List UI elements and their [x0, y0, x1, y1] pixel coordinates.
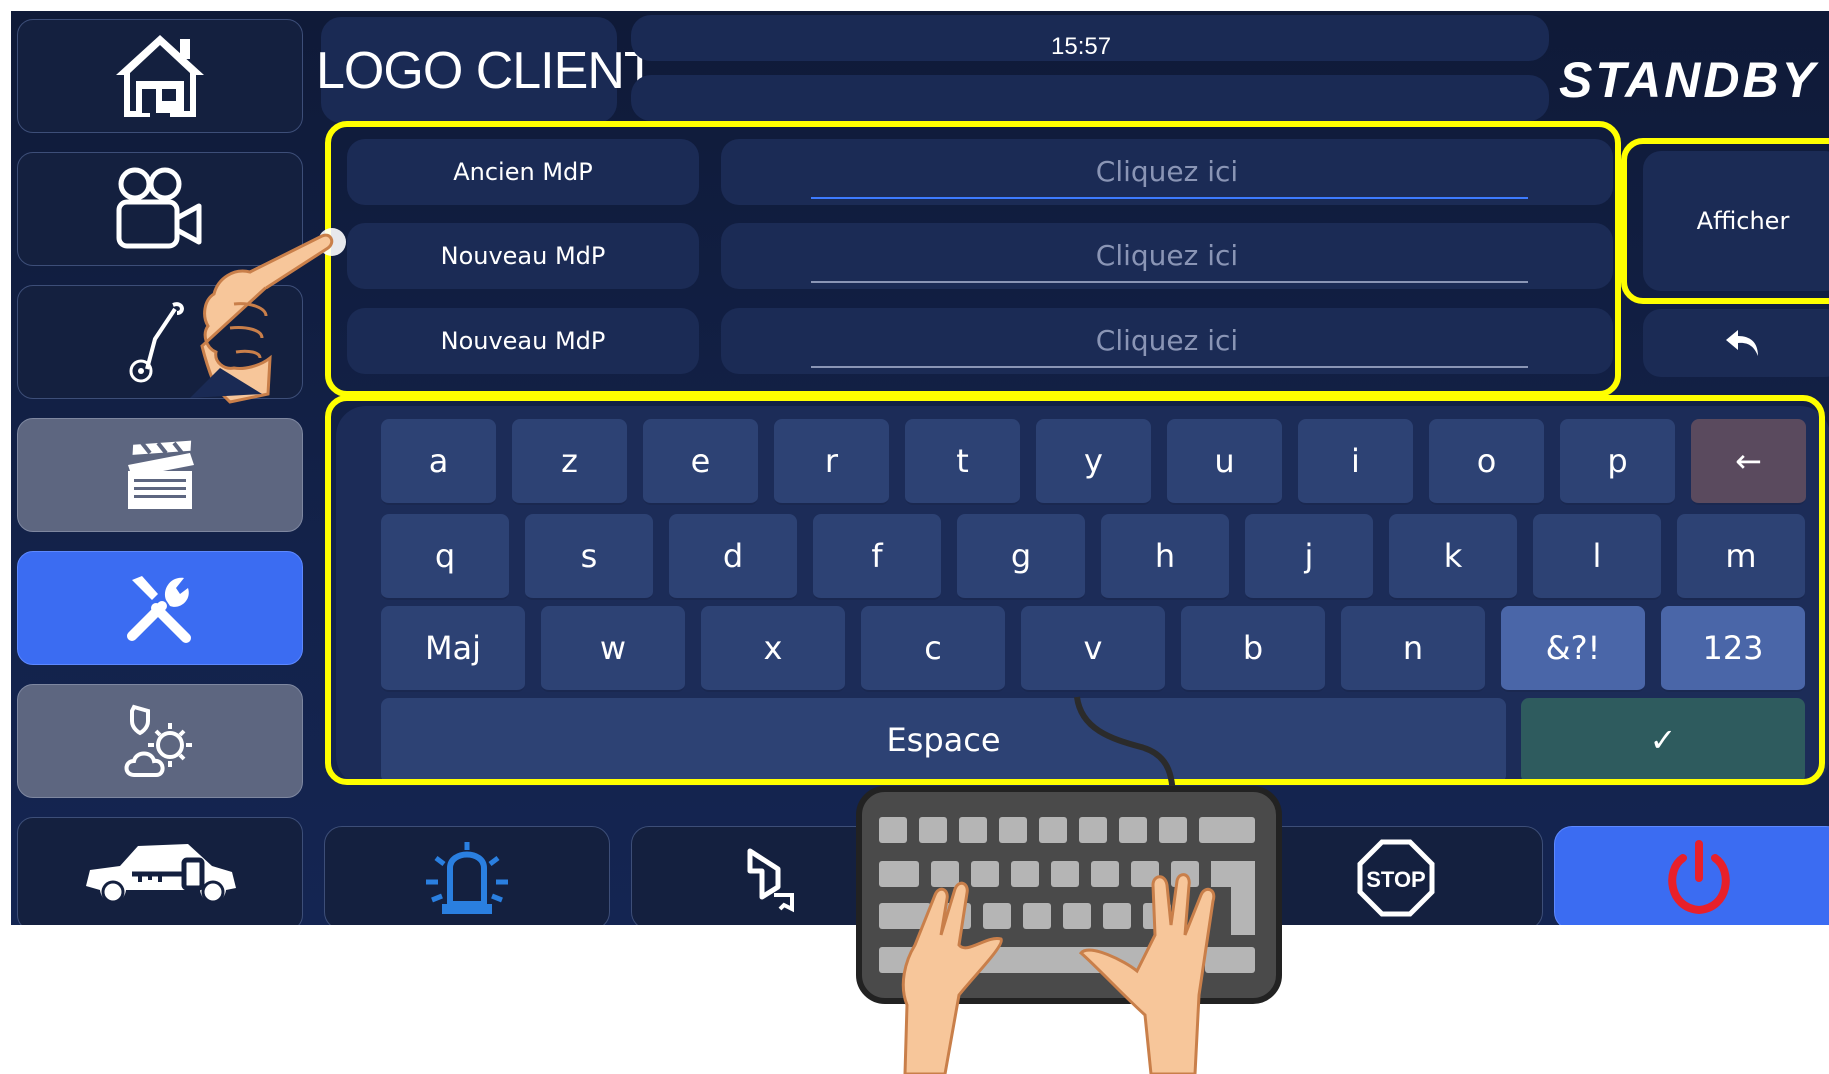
new-password-label: Nouveau MdP	[347, 223, 699, 289]
sidebar-item-clapperboard[interactable]	[17, 418, 303, 532]
field-underline	[811, 366, 1528, 368]
back-button[interactable]	[1643, 309, 1829, 377]
beacon-light-icon	[426, 842, 508, 914]
old-password-placeholder: Cliquez ici	[1095, 155, 1239, 188]
new-password-placeholder: Cliquez ici	[1095, 239, 1239, 272]
sidebar-item-weather[interactable]	[17, 684, 303, 798]
tools-icon	[127, 576, 191, 643]
clock: 15:57	[1051, 33, 1112, 60]
home-icon	[116, 35, 204, 117]
clapperboard-icon	[128, 440, 194, 509]
field-underline	[811, 197, 1528, 199]
car-key-icon	[86, 844, 236, 904]
client-logo-text: LOGO CLIENT	[316, 42, 656, 100]
physical-keyboard-illustration	[856, 786, 1282, 1074]
weather-icon	[124, 704, 192, 777]
stop-button[interactable]: STOP	[1249, 826, 1543, 925]
sidebar-item-home[interactable]	[17, 19, 303, 133]
old-password-label: Ancien MdP	[347, 139, 699, 205]
confirm-password-label: Nouveau MdP	[347, 308, 699, 374]
confirm-password-field[interactable]: Cliquez ici	[721, 308, 1613, 374]
power-icon	[1668, 840, 1730, 915]
brand-title: STANDBY	[1559, 52, 1818, 108]
field-underline	[811, 281, 1528, 283]
status-bar-bottom	[631, 75, 1549, 121]
old-password-field[interactable]: Cliquez ici	[721, 139, 1613, 205]
pointing-hand-illustration	[190, 228, 346, 404]
power-button[interactable]	[1554, 826, 1829, 925]
undo-arrow-icon	[1726, 330, 1758, 356]
confirm-password-placeholder: Cliquez ici	[1095, 324, 1239, 357]
show-password-button[interactable]: Afficher	[1643, 151, 1829, 291]
speaker-icon	[747, 848, 794, 913]
beacon-button[interactable]	[324, 826, 610, 925]
sidebar-item-car-key[interactable]	[17, 817, 303, 925]
stop-sign-icon: STOP	[1357, 839, 1435, 917]
sidebar-item-settings-tools[interactable]	[17, 551, 303, 665]
stop-sign-label: STOP	[1366, 867, 1426, 892]
new-password-field[interactable]: Cliquez ici	[721, 223, 1613, 289]
